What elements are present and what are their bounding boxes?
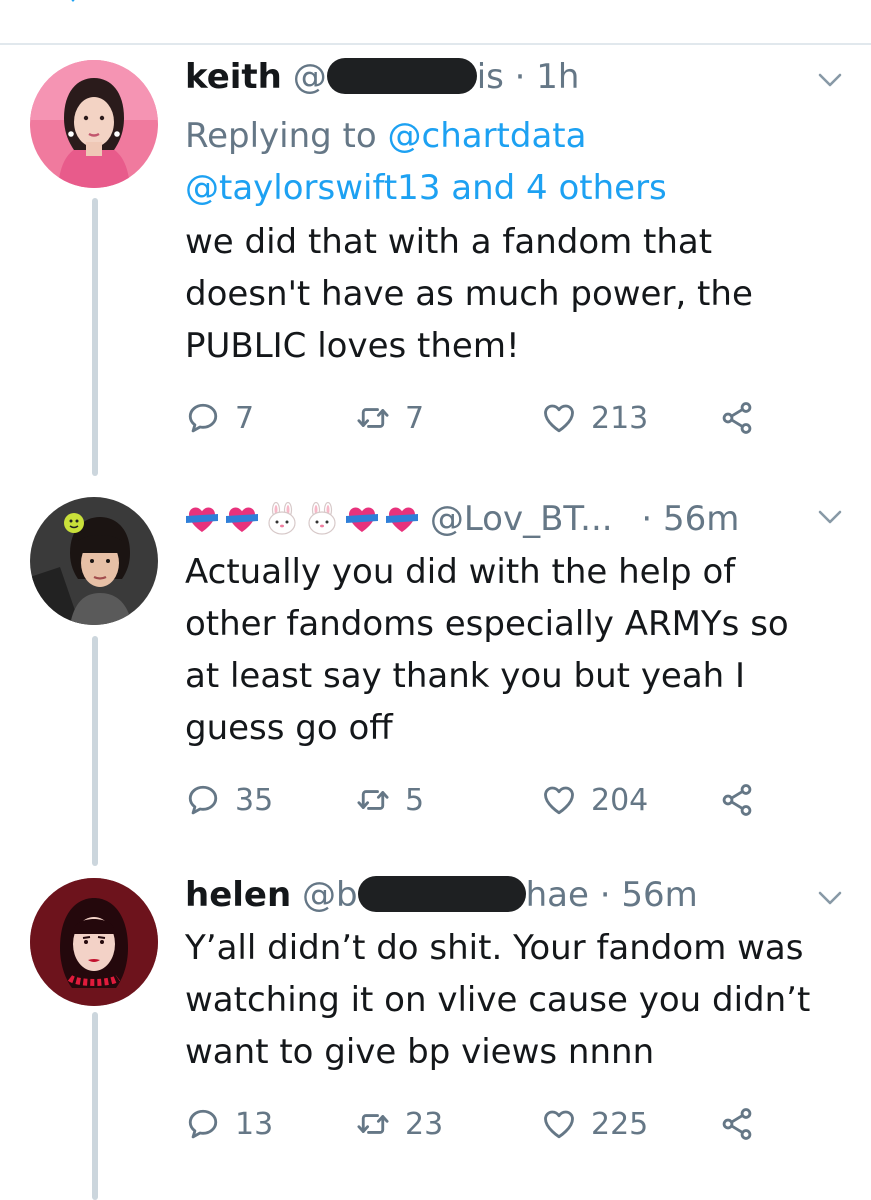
retweet-button[interactable]: 23: [355, 1102, 443, 1146]
share-icon: [719, 782, 755, 818]
divider: [0, 43, 871, 45]
replying-to-label: Replying to: [185, 116, 388, 156]
tweet-text-line: want to give bp views nnnn: [185, 1032, 655, 1072]
mention-link[interactable]: @chartdata: [388, 116, 587, 156]
tweet-text-line: Actually you did with the help of: [185, 552, 736, 592]
tweet-text-line: watching it on vlive cause you didn’t: [185, 980, 811, 1020]
share-icon: [719, 1106, 755, 1142]
retweet-button[interactable]: 7: [355, 396, 424, 440]
avatar[interactable]: [30, 878, 158, 1006]
avatar[interactable]: [30, 497, 158, 625]
tweet-text-line: Y’all didn’t do shit. Your fandom was: [185, 928, 804, 968]
reply-count: 7: [235, 400, 255, 436]
tweet-text-line: at least say thank you but yeah I: [185, 656, 746, 696]
retweet-count: 5: [405, 782, 425, 818]
heart-icon: [541, 400, 577, 436]
retweet-count: 7: [405, 400, 425, 436]
username[interactable]: @Lov_BT...: [430, 499, 613, 539]
timestamp[interactable]: 56m: [663, 499, 739, 539]
tweet-text-line: other fandoms especially ARMYs so: [185, 604, 789, 644]
heart-ribbon-icon: [185, 502, 219, 536]
reply-count: 35: [235, 782, 274, 818]
share-button[interactable]: [719, 396, 755, 440]
heart-icon: [541, 782, 577, 818]
like-button[interactable]: 204: [541, 778, 648, 822]
username-end: is: [476, 57, 504, 97]
reply-icon: [185, 782, 221, 818]
tweet-header: keith @ is · 1h: [185, 54, 579, 100]
username[interactable]: @ is: [293, 57, 504, 97]
thread-line: [92, 198, 98, 476]
tweet-text: we did that with a fandom that doesn't h…: [185, 216, 845, 372]
display-name[interactable]: keith: [185, 57, 282, 97]
redaction-mark: [326, 58, 477, 94]
reply-icon: [185, 400, 221, 436]
like-button[interactable]: 213: [541, 396, 648, 440]
like-count: 225: [591, 1106, 649, 1142]
avatar[interactable]: [30, 60, 158, 188]
chevron-icon: [71, 0, 75, 3]
heart-ribbon-icon: [345, 502, 379, 536]
tweet-header: @Lov_BT... · 56m: [185, 496, 739, 542]
reply-button[interactable]: 13: [185, 1102, 273, 1146]
like-count: 213: [591, 400, 649, 436]
tweet-header: helen @b hae · 56m: [185, 872, 698, 918]
reply-button[interactable]: 7: [185, 396, 254, 440]
retweet-icon: [355, 1106, 391, 1142]
display-name[interactable]: helen: [185, 875, 291, 915]
share-button[interactable]: [719, 778, 755, 822]
chevron-down-icon[interactable]: [817, 890, 843, 906]
heart-ribbon-icon: [225, 502, 259, 536]
tweet-text: Actually you did with the help of other …: [185, 546, 845, 754]
separator-dot: ·: [514, 57, 526, 97]
share-icon: [719, 400, 755, 436]
reply-count: 13: [235, 1106, 274, 1142]
separator-dot: ·: [599, 875, 611, 915]
tweet-actions: 7 7 213: [185, 396, 805, 440]
username-end: hae: [525, 875, 589, 915]
like-count: 204: [591, 782, 649, 818]
tweet-text-line: PUBLIC loves them!: [185, 326, 520, 366]
username-start: @: [292, 57, 327, 97]
timestamp[interactable]: 1h: [536, 57, 579, 97]
tweet-actions: 13 23 225: [185, 1102, 805, 1146]
redaction-mark: [357, 876, 526, 912]
username-start: @b: [302, 875, 358, 915]
retweet-count: 23: [405, 1106, 444, 1142]
share-button[interactable]: [719, 1102, 755, 1146]
retweet-icon: [355, 782, 391, 818]
heart-ribbon-icon: [385, 502, 419, 536]
tweet-text: Y’all didn’t do shit. Your fandom was wa…: [185, 922, 845, 1078]
display-name[interactable]: [185, 502, 419, 536]
retweet-button[interactable]: 5: [355, 778, 424, 822]
rabbit-face-icon: [265, 502, 299, 536]
replying-to-more: @taylorswift13 and 4 others: [185, 162, 667, 214]
reply-button[interactable]: 35: [185, 778, 273, 822]
tweet-text-line: doesn't have as much power, the: [185, 274, 753, 314]
chevron-down-icon[interactable]: [817, 509, 843, 525]
thread-line: [92, 1012, 98, 1200]
timestamp[interactable]: 56m: [621, 875, 697, 915]
thread-line: [92, 636, 98, 866]
mention-link[interactable]: @taylorswift13 and 4 others: [185, 168, 667, 208]
username[interactable]: @b hae: [302, 875, 589, 915]
chevron-down-icon[interactable]: [817, 72, 843, 88]
like-button[interactable]: 225: [541, 1102, 648, 1146]
heart-icon: [541, 1106, 577, 1142]
reply-icon: [185, 1106, 221, 1142]
tweet-text-line: guess go off: [185, 708, 393, 748]
tweet-actions: 35 5 204: [185, 778, 805, 822]
separator-dot: ·: [641, 499, 653, 539]
top-bar: [0, 0, 871, 44]
rabbit-face-icon: [305, 502, 339, 536]
retweet-icon: [355, 400, 391, 436]
replying-to: Replying to @chartdata: [185, 110, 586, 162]
tweet-text-line: we did that with a fandom that: [185, 222, 713, 262]
